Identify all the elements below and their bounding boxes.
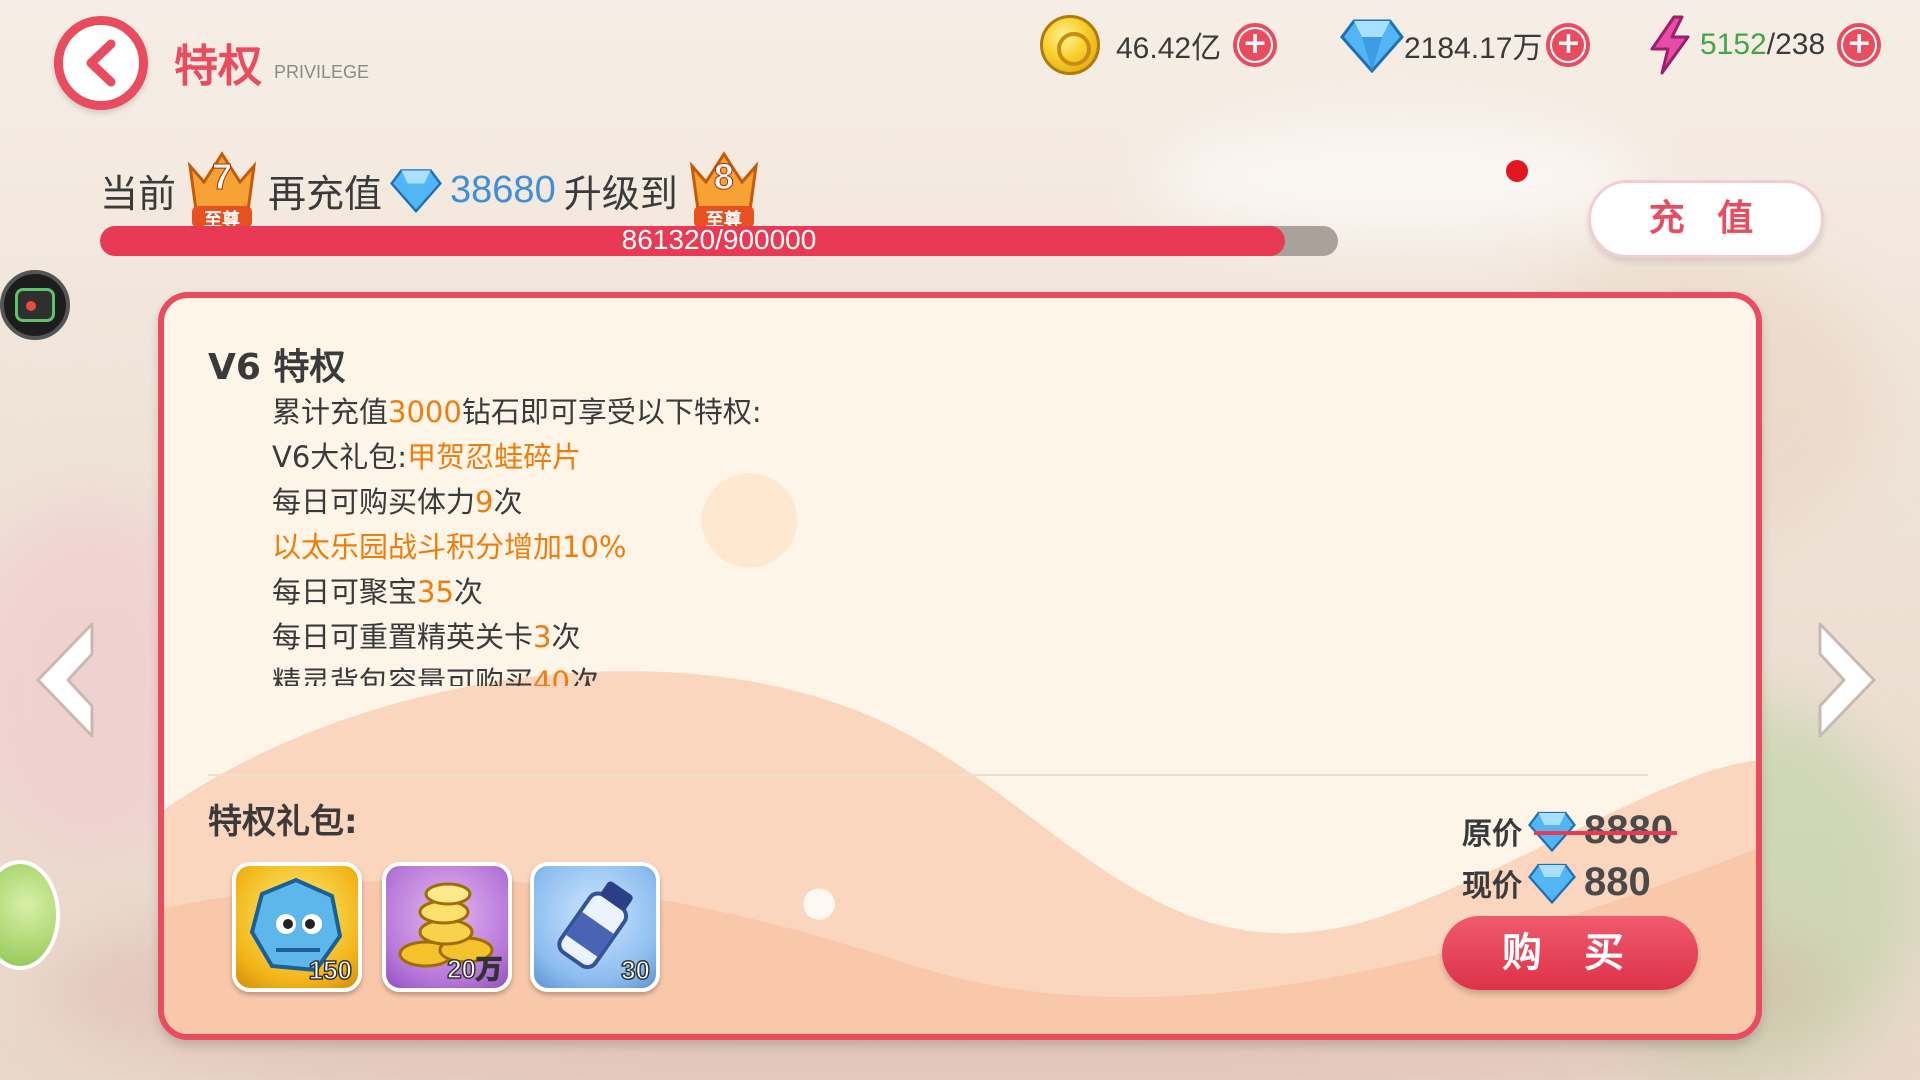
gift-count: 150: [308, 954, 353, 986]
plus-icon: +: [1552, 29, 1585, 61]
prev-page-arrow[interactable]: [30, 620, 100, 740]
vip-level-next: 8: [713, 156, 734, 198]
buy-button[interactable]: 购 买: [1442, 916, 1698, 990]
back-button[interactable]: [54, 16, 148, 110]
privilege-text: 次: [493, 485, 523, 519]
privilege-text: V6大礼包:: [272, 440, 408, 474]
floating-avatar[interactable]: [0, 860, 60, 970]
add-diamond-button[interactable]: +: [1546, 23, 1591, 67]
current-label: 当前: [100, 171, 177, 216]
privilege-line: 每日可聚宝35次: [272, 570, 1172, 615]
privilege-text: 每日可聚宝: [272, 575, 418, 609]
current-price: 880: [1584, 860, 1651, 904]
privilege-highlight: 以太乐园战斗积分增加10%: [272, 530, 627, 564]
vip-progress-row: 当前 7 至尊 再充值 38680 升级到 8 至尊: [100, 151, 770, 231]
privilege-text: 精灵背包容量可购买: [272, 665, 534, 686]
privilege-line: 每日可重置精英关卡3次: [272, 615, 1172, 660]
privilege-card: V6 特权 累计充值3000钻石即可享受以下特权: V6大礼包:甲贺忍蛙碎片 每日可…: [158, 292, 1762, 1040]
privilege-highlight: 3: [533, 620, 552, 654]
privilege-text: 次: [569, 665, 599, 686]
diamond-icon: [1340, 19, 1404, 73]
plus-icon: +: [1843, 29, 1876, 61]
energy-current: 5152: [1700, 28, 1767, 61]
privilege-highlight: 甲贺忍蛙碎片: [407, 440, 582, 474]
gift-item-gold-coins[interactable]: 20万: [382, 862, 512, 992]
energy-resource: 5152 /238 +: [1646, 14, 1882, 76]
diamond-resource: 2184.17万 +: [1340, 14, 1591, 76]
recharge-amount: 38680: [450, 168, 556, 211]
original-price-label: 原价: [1462, 816, 1522, 852]
background-decor: [1150, 120, 1650, 240]
gift-count: 30: [620, 954, 650, 986]
page-title: 特权: [174, 41, 262, 92]
privilege-line: 以太乐园战斗积分增加10%: [272, 525, 1172, 570]
page-subtitle: PRIVILEGE: [274, 62, 370, 82]
diamond-amount: 2184.17万: [1404, 32, 1543, 65]
gamepad-icon: [15, 288, 55, 322]
gold-resource: 46.42亿 +: [1040, 14, 1278, 76]
privilege-line: V6大礼包:甲贺忍蛙碎片: [272, 435, 1172, 480]
privilege-text: 每日可购买体力: [272, 485, 476, 519]
privilege-text: 累计充值: [272, 395, 389, 429]
notification-dot: [1506, 160, 1528, 182]
plus-icon: +: [1239, 29, 1272, 61]
vip-badge-next: 8 至尊: [684, 148, 764, 232]
energy-max: /238: [1766, 28, 1826, 61]
section-divider: [208, 774, 1648, 776]
privilege-line: 累计充值3000钻石即可享受以下特权:: [272, 390, 1172, 435]
vip-level-current: 7: [212, 156, 233, 198]
energy-bolt-icon: [1650, 15, 1690, 75]
upgrade-label: 升级到: [563, 171, 678, 216]
privilege-line: 精灵背包容量可购买40次: [272, 660, 1172, 686]
gold-amount: 46.42亿: [1116, 32, 1222, 65]
gift-item-frog-fragment[interactable]: 150: [232, 862, 362, 992]
vip-badge-current: 7 至尊: [182, 148, 262, 232]
gift-pack-label: 特权礼包:: [208, 802, 358, 842]
privilege-title: V6 特权: [208, 347, 346, 388]
gift-item-potion-bottle[interactable]: 30: [530, 862, 660, 992]
privilege-highlight: 40: [533, 665, 570, 686]
add-gold-button[interactable]: +: [1233, 23, 1278, 67]
next-page-arrow[interactable]: [1812, 620, 1882, 740]
back-arrow-icon: [86, 39, 116, 87]
original-price: 8880: [1534, 808, 1677, 852]
recharge-label: 再充值: [268, 171, 383, 216]
privilege-text: 每日可重置精英关卡: [272, 620, 534, 654]
privilege-text: 次: [453, 575, 483, 609]
privilege-text: 次: [551, 620, 581, 654]
privilege-list[interactable]: 累计充值3000钻石即可享受以下特权: V6大礼包:甲贺忍蛙碎片 每日可购买体力9次…: [272, 390, 1172, 686]
privilege-highlight: 9: [475, 485, 494, 519]
diamond-icon: [390, 169, 442, 213]
gamepad-button[interactable]: [0, 270, 70, 340]
privilege-highlight: 35: [417, 575, 454, 609]
original-price-row: 原价 8880: [1462, 808, 1677, 853]
gift-count: 20万: [446, 953, 502, 985]
diamond-icon: [1528, 863, 1576, 904]
current-price-label: 现价: [1462, 868, 1522, 904]
recharge-button[interactable]: 充 值: [1588, 180, 1824, 258]
current-price-row: 现价 880: [1462, 860, 1651, 905]
gold-coin-icon: [1040, 15, 1100, 75]
privilege-line: 每日可购买体力9次: [272, 480, 1172, 525]
privilege-highlight: 3000: [388, 395, 462, 429]
privilege-text: 钻石即可享受以下特权:: [461, 395, 762, 429]
vip-progress-text: 861320/900000: [621, 224, 817, 255]
add-energy-button[interactable]: +: [1837, 23, 1882, 67]
